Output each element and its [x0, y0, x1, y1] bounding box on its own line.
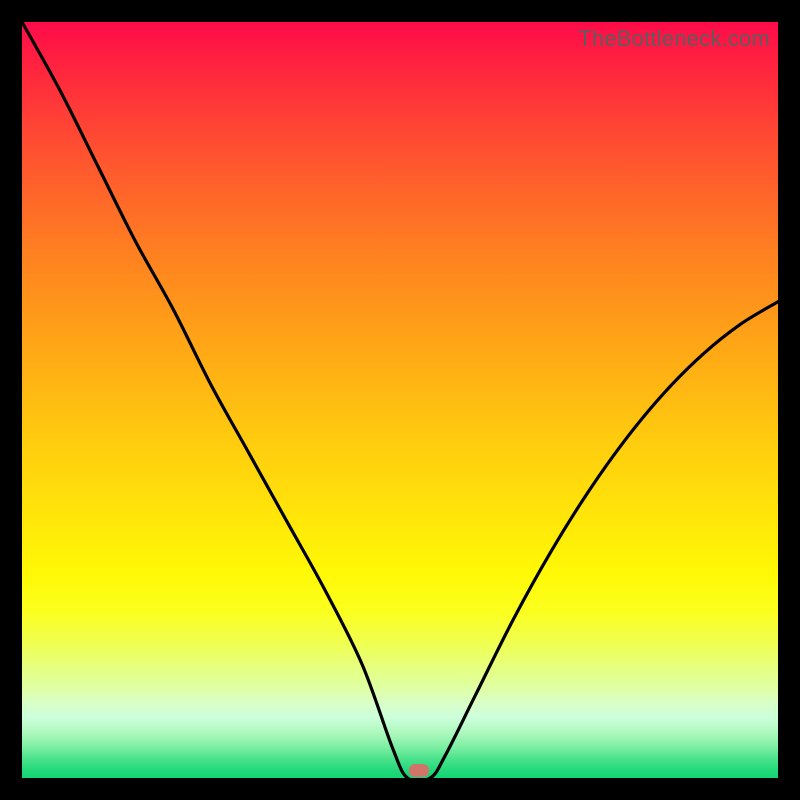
plot-area: TheBottleneck.com [22, 22, 778, 778]
optimal-marker [409, 764, 429, 777]
curve-path [22, 22, 778, 781]
bottleneck-curve [22, 22, 778, 778]
chart-frame: TheBottleneck.com [0, 0, 800, 800]
